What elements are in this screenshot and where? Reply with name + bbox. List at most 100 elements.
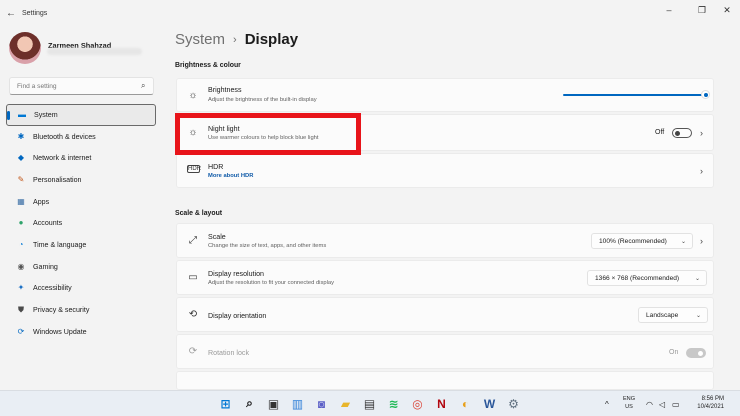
search-icon[interactable]: ⌕ [241, 395, 258, 412]
orientation-card: ⟲ Display orientation Landscape ⌄ [176, 297, 714, 332]
sidebar-item-system[interactable]: ▬ System [6, 104, 156, 126]
apps-icon: ▦ [17, 196, 25, 206]
brightness-slider-thumb[interactable] [701, 90, 710, 99]
clock-time: 8:56 PM [701, 396, 724, 402]
sidebar-item-bluetooth-devices[interactable]: ✱ Bluetooth & devices [6, 126, 156, 148]
sidebar-item-label: Time & language [33, 240, 87, 249]
scale-title: Scale [208, 233, 226, 241]
brush-icon: ✎ [17, 174, 25, 184]
widgets-icon[interactable]: ▥ [289, 395, 306, 412]
resolution-subtitle: Adjust the resolution to fit your connec… [208, 280, 334, 286]
sidebar-item-personalisation[interactable]: ✎ Personalisation [6, 169, 156, 191]
sidebar-item-gaming[interactable]: ◉ Gaming [6, 256, 156, 278]
bluetooth-icon: ✱ [17, 131, 25, 141]
task-view-icon[interactable]: ▣ [265, 395, 282, 412]
rotation-lock-toggle[interactable] [686, 348, 706, 358]
start-button[interactable]: ⊞ [217, 395, 234, 412]
search-icon[interactable]: ⌕ [141, 81, 151, 91]
chevron-down-icon: ⌄ [694, 275, 700, 282]
hdr-card[interactable]: HDR HDR More about HDR › [176, 153, 714, 188]
resolution-card: ▭ Display resolution Adjust the resoluti… [176, 260, 714, 295]
sun-icon: ☼ [188, 90, 198, 101]
night-light-highlight-box [175, 113, 361, 155]
shield-icon: ⛊ [18, 305, 24, 315]
search-input[interactable] [9, 77, 154, 95]
scale-subtitle: Change the size of text, apps, and other… [208, 243, 327, 249]
window-title: Settings [22, 9, 48, 17]
profile-email-redacted [47, 48, 142, 55]
section-brightness-colour: Brightness & colour [175, 62, 241, 69]
sidebar-item-network-internet[interactable]: ◆ Network & internet [6, 147, 156, 169]
display-icon: ▬ [18, 109, 26, 119]
spotify-icon[interactable]: ≋ [385, 395, 402, 412]
chevron-right-icon[interactable]: › [700, 236, 703, 246]
sidebar-item-apps[interactable]: ▦ Apps [6, 191, 156, 213]
volume-icon[interactable]: ◁ [659, 391, 665, 416]
sidebar-item-accounts[interactable]: ● Accounts [6, 212, 156, 234]
battery-icon[interactable]: ▭ [672, 391, 680, 416]
resolution-dropdown[interactable]: 1366 × 768 (Recommended) ⌄ [587, 270, 707, 286]
brightness-card: ☼ Brightness Adjust the brightness of th… [176, 78, 714, 112]
maximize-button[interactable]: ❐ [689, 0, 715, 20]
sidebar-item-label: System [34, 110, 58, 119]
back-arrow-icon[interactable]: ← [0, 8, 22, 19]
sidebar-item-time-language[interactable]: ◔ Time & language [6, 234, 156, 256]
main-panel: System › Display Brightness & colour ☼ B… [168, 26, 740, 390]
scale-dropdown[interactable]: 100% (Recommended) ⌄ [591, 233, 693, 249]
close-button[interactable]: ✕ [714, 0, 740, 20]
clock[interactable]: 8:56 PM 10/4/2021 [688, 395, 724, 411]
scale-icon: ⤢ [189, 235, 197, 246]
scale-card: ⤢ Scale Change the size of text, apps, a… [176, 223, 714, 258]
resolution-value: 1366 × 768 (Recommended) [595, 274, 680, 282]
sidebar-nav: ▬ System ✱ Bluetooth & devices ◆ Network & in… [6, 104, 156, 343]
chevron-right-icon[interactable]: › [700, 166, 703, 176]
app-icon[interactable]: ◐ [457, 395, 474, 412]
scale-value: 100% (Recommended) [599, 237, 667, 245]
next-card-partial [176, 371, 714, 390]
file-explorer-icon[interactable]: ▰ [337, 395, 354, 412]
rotation-lock-state: On [669, 349, 679, 356]
chat-icon[interactable]: ◙ [313, 395, 330, 412]
breadcrumb-parent[interactable]: System [175, 31, 225, 48]
sidebar-item-label: Network & internet [33, 154, 92, 163]
hdr-link[interactable]: More about HDR [208, 173, 253, 179]
hdr-icon: HDR [187, 165, 201, 173]
chrome-icon[interactable]: ◎ [409, 395, 426, 412]
sidebar-item-label: Windows Update [33, 327, 87, 336]
gamepad-icon: ◉ [17, 261, 25, 271]
region-code: US [625, 404, 633, 410]
brightness-subtitle: Adjust the brightness of the built-in di… [208, 97, 317, 103]
taskbar: ⊞ ⌕ ▣ ▥ ◙ ▰ ▤ ≋ ◎ N ◐ W ⚙ ^ ENG US ◠ ◁ ▭ 8:56 PM 10/… [0, 390, 740, 416]
store-icon[interactable]: ▤ [361, 395, 378, 412]
sidebar-item-accessibility[interactable]: ✦ Accessibility [6, 278, 156, 300]
orientation-dropdown[interactable]: Landscape ⌄ [638, 307, 708, 323]
sidebar-item-privacy-security[interactable]: ⛊ Privacy & security [6, 299, 156, 321]
settings-icon[interactable]: ⚙ [505, 395, 522, 412]
rotation-lock-icon: ⟳ [188, 346, 198, 357]
title-bar: ← Settings – ❐ ✕ [0, 0, 740, 26]
section-scale-layout: Scale & layout [175, 210, 223, 217]
wifi-icon[interactable]: ◠ [646, 391, 653, 416]
person-icon: ● [18, 218, 24, 228]
chevron-down-icon: ⌄ [695, 312, 701, 319]
avatar [9, 32, 41, 64]
chevron-up-icon[interactable]: ^ [605, 391, 609, 416]
sidebar-item-label: Privacy & security [33, 306, 90, 315]
rotation-lock-title: Rotation lock [208, 349, 250, 357]
night-light-state: Off [655, 129, 665, 136]
minimize-button[interactable]: – [656, 0, 682, 20]
sidebar-item-windows-update[interactable]: ⟳ Windows Update [6, 321, 156, 343]
netflix-icon[interactable]: N [433, 395, 450, 412]
breadcrumb-separator-icon: › [233, 33, 237, 46]
resolution-icon: ▭ [188, 272, 198, 283]
page-title: Display [244, 31, 299, 48]
globe-clock-icon: ◔ [18, 239, 24, 249]
night-light-toggle[interactable] [672, 128, 692, 138]
brightness-title: Brightness [208, 86, 242, 94]
word-icon[interactable]: W [481, 395, 498, 412]
orientation-icon: ⟲ [188, 309, 198, 320]
chevron-right-icon[interactable]: › [700, 128, 703, 138]
language-indicator[interactable]: ENG US [620, 395, 638, 411]
brightness-slider-track[interactable] [563, 94, 705, 96]
sidebar: Zarmeen Shahzad ⌕ ▬System✱Bluetooth & de… [0, 26, 162, 390]
